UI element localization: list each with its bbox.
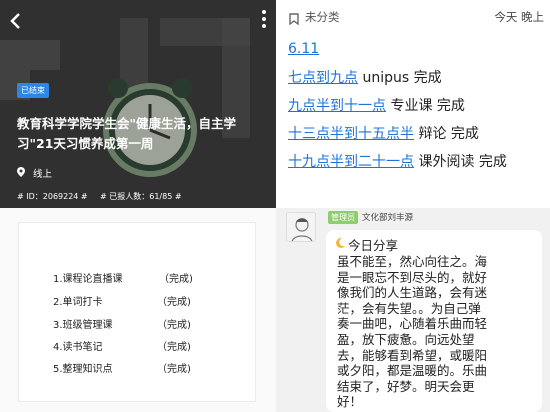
- task-label: 5.整理知识点: [53, 364, 113, 375]
- crescent-moon-icon: [334, 237, 346, 252]
- bookmark-icon: [289, 10, 299, 29]
- task-label: 3.班级管理课: [53, 320, 113, 331]
- chat-panel: 管理员 文化部刘丰源 今日分享 虽不能至，然心向往之。海 是一眼忘不到尽头的，就…: [276, 208, 550, 412]
- sender-name: 文化部刘丰源: [362, 213, 414, 223]
- entry-activity: unipus 完成: [358, 70, 442, 86]
- note-entry: 九点半到十一点 专业课 完成: [288, 95, 465, 115]
- entry-activity: 课外阅读 完成: [414, 154, 507, 170]
- task-status: （完成): [157, 342, 191, 353]
- task-status: （完成): [159, 274, 193, 285]
- admin-badge: 管理员: [328, 211, 358, 224]
- note-entry: 十三点半到十五点半 辩论 完成: [288, 123, 479, 143]
- category-selector[interactable]: 未分类: [305, 9, 340, 25]
- time-range-link[interactable]: 九点半到十一点: [288, 98, 386, 114]
- event-location: 线上: [17, 166, 52, 180]
- time-range-link[interactable]: 十九点半到二十一点: [288, 154, 414, 170]
- enrolled-count: # 已报人数：61/85 #: [100, 192, 182, 201]
- note-entry: 十九点半到二十一点 课外阅读 完成: [288, 151, 507, 171]
- event-id: # ID：2069224 #: [17, 192, 88, 201]
- task-status: （完成): [157, 297, 191, 308]
- entry-activity: 辩论 完成: [414, 126, 479, 142]
- task-status: （完成): [157, 364, 191, 375]
- note-entry: 七点到九点 unipus 完成: [288, 67, 442, 87]
- avatar[interactable]: [286, 212, 316, 242]
- message-bubble[interactable]: 今日分享 虽不能至，然心向往之。海 是一眼忘不到尽头的，就好 像我们的人生道路，…: [326, 230, 542, 412]
- back-icon[interactable]: [8, 12, 22, 33]
- location-pin-icon: [17, 166, 25, 180]
- time-range-link[interactable]: 七点到九点: [288, 70, 358, 86]
- notes-panel: 未分类 今天 晚上 6.11 七点到九点 unipus 完成 九点半到十一点 专…: [276, 0, 550, 208]
- task-label: 4.读书笔记: [53, 342, 103, 353]
- message-line: 好！: [337, 394, 363, 410]
- status-badge: 已结束: [17, 83, 49, 98]
- event-card[interactable]: 已结束 教育科学学院学生会"健康生活，自主学习"21天习惯养成第一周 线上 # …: [0, 0, 276, 208]
- entry-activity: 专业课 完成: [386, 98, 465, 114]
- event-title: 教育科学学院学生会"健康生活，自主学习"21天习惯养成第一周: [17, 116, 237, 151]
- notes-header: 未分类 今天 晚上: [276, 0, 550, 32]
- task-label: 2.单词打卡: [53, 297, 103, 308]
- task-label: 1.课程论直播课: [53, 274, 123, 285]
- note-time: 今天 晚上: [494, 10, 544, 24]
- checklist-panel: 1.课程论直播课 （完成) 2.单词打卡 （完成) 3.班级管理课 （完成) 4…: [0, 208, 276, 412]
- checklist-card: 1.课程论直播课 （完成) 2.单词打卡 （完成) 3.班级管理课 （完成) 4…: [18, 222, 256, 402]
- task-status: （完成): [157, 320, 191, 331]
- more-options-icon[interactable]: [262, 10, 266, 28]
- note-date[interactable]: 6.11: [288, 41, 319, 57]
- time-range-link[interactable]: 十三点半到十五点半: [288, 126, 414, 142]
- location-text: 线上: [33, 169, 53, 180]
